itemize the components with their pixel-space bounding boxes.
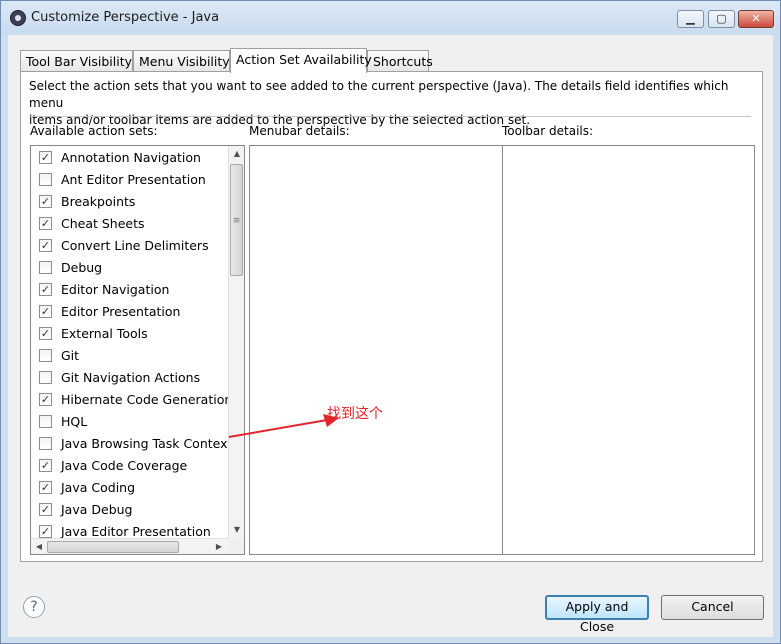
list-item-label: Editor Presentation	[61, 304, 181, 319]
list-item-label: Java Browsing Task Context	[61, 436, 233, 451]
vertical-scrollbar[interactable]: ▲ ≡ ▼	[228, 146, 244, 538]
checkbox-checked[interactable]: ✓	[39, 459, 52, 472]
dialog-window: Customize Perspective - Java ▁ ▢ ✕ Tool …	[0, 0, 781, 644]
checkbox-unchecked[interactable]	[39, 173, 52, 186]
list-item-label: Java Coding	[61, 480, 136, 495]
list-item[interactable]: ✓ Java Code Coverage	[31, 455, 231, 477]
available-action-sets-label: Available action sets:	[30, 124, 158, 138]
checkbox-checked[interactable]: ✓	[39, 305, 52, 318]
toolbar-details-label: Toolbar details:	[502, 124, 594, 138]
description-line-1: Select the action sets that you want to …	[29, 79, 729, 110]
scroll-down-arrow-icon[interactable]: ▼	[229, 522, 244, 538]
list-item-label: Git	[61, 348, 80, 363]
list-item[interactable]: ✓ Java Coding	[31, 477, 231, 499]
panel-description: Select the action sets that you want to …	[29, 78, 749, 129]
cancel-button[interactable]: Cancel	[661, 595, 764, 620]
window-title: Customize Perspective - Java	[31, 10, 220, 25]
checkbox-checked[interactable]: ✓	[39, 525, 52, 538]
checkbox-checked[interactable]: ✓	[39, 151, 52, 164]
minimize-button[interactable]: ▁	[677, 10, 704, 28]
list-item[interactable]: Ant Editor Presentation	[31, 169, 231, 191]
list-item-label: Debug	[61, 260, 103, 275]
scroll-left-arrow-icon[interactable]: ◀	[31, 539, 47, 554]
checkbox-checked[interactable]: ✓	[39, 481, 52, 494]
list-item[interactable]: HQL	[31, 411, 231, 433]
list-item-label: Java Debug	[61, 502, 133, 517]
checkbox-unchecked[interactable]	[39, 371, 52, 384]
checkbox-checked[interactable]: ✓	[39, 195, 52, 208]
maximize-button[interactable]: ▢	[708, 10, 735, 28]
tab-shortcuts[interactable]: Shortcuts	[367, 50, 433, 72]
separator	[29, 116, 751, 117]
list-item[interactable]: ✓ Editor Presentation	[31, 301, 231, 323]
list-item-label: Editor Navigation	[61, 282, 170, 297]
list-item[interactable]: ✓ Hibernate Code Generation	[31, 389, 233, 411]
list-item[interactable]: ✓ Java Debug	[31, 499, 231, 521]
checkbox-checked[interactable]: ✓	[39, 283, 52, 296]
tab-menu-visibility[interactable]: Menu Visibility	[133, 50, 230, 72]
tab-action-set-availability[interactable]: Action Set Availability	[230, 48, 372, 73]
checkbox-checked[interactable]: ✓	[39, 503, 52, 516]
action-set-panel: Select the action sets that you want to …	[20, 71, 763, 562]
list-item-label: Hibernate Code Generation	[61, 392, 233, 407]
list-item-label: Cheat Sheets	[61, 216, 145, 231]
horizontal-scrollbar[interactable]: ◀ ▶	[31, 538, 228, 554]
help-icon[interactable]: ?	[23, 596, 45, 618]
scroll-right-arrow-icon[interactable]: ▶	[211, 539, 227, 554]
list-item[interactable]: Git Navigation Actions	[31, 367, 231, 389]
list-item[interactable]: ✓ Convert Line Delimiters	[31, 235, 231, 257]
eclipse-app-icon	[10, 10, 26, 26]
dialog-client-area: Tool Bar Visibility Menu Visibility Acti…	[8, 35, 773, 637]
list-item[interactable]: ✓ Cheat Sheets	[31, 213, 231, 235]
list-item-label: Ant Editor Presentation	[61, 172, 206, 187]
horizontal-scroll-thumb[interactable]	[47, 541, 179, 553]
action-sets-list[interactable]: ✓ Annotation Navigation Ant Editor Present…	[30, 145, 245, 555]
menubar-details-label: Menubar details:	[249, 124, 350, 138]
close-button[interactable]: ✕	[738, 10, 774, 28]
list-item-label: Convert Line Delimiters	[61, 238, 209, 253]
vertical-scroll-thumb[interactable]: ≡	[230, 164, 243, 276]
list-item[interactable]: Java Browsing Task Context	[31, 433, 233, 455]
list-item-label: Java Editor Presentation	[61, 524, 211, 539]
annotation-text: 找到这个	[327, 406, 383, 422]
checkbox-checked[interactable]: ✓	[39, 239, 52, 252]
apply-and-close-button[interactable]: Apply and Close	[545, 595, 649, 634]
tab-tool-bar-visibility[interactable]: Tool Bar Visibility	[20, 50, 133, 72]
checkbox-unchecked[interactable]	[39, 415, 52, 428]
list-item[interactable]: ✓ Editor Navigation	[31, 279, 231, 301]
scrollbar-corner	[228, 538, 244, 554]
checkbox-checked[interactable]: ✓	[39, 393, 52, 406]
title-bar[interactable]: Customize Perspective - Java ▁ ▢ ✕	[1, 1, 780, 35]
list-item-label: Java Code Coverage	[61, 458, 188, 473]
list-item-label: HQL	[61, 414, 88, 429]
list-item-label: Annotation Navigation	[61, 150, 201, 165]
checkbox-unchecked[interactable]	[39, 349, 52, 362]
checkbox-unchecked[interactable]	[39, 437, 52, 450]
list-item-label: Breakpoints	[61, 194, 136, 209]
checkbox-checked[interactable]: ✓	[39, 217, 52, 230]
checkbox-unchecked[interactable]	[39, 261, 52, 274]
menubar-details-pane[interactable]	[249, 145, 503, 555]
toolbar-details-pane[interactable]	[502, 145, 755, 555]
list-item[interactable]: Debug	[31, 257, 231, 279]
list-item[interactable]: ✓ External Tools	[31, 323, 231, 345]
scroll-up-arrow-icon[interactable]: ▲	[229, 146, 244, 162]
list-item[interactable]: ✓ Annotation Navigation	[31, 147, 231, 169]
checkbox-checked[interactable]: ✓	[39, 327, 52, 340]
list-item-label: External Tools	[61, 326, 148, 341]
list-item[interactable]: ✓ Breakpoints	[31, 191, 231, 213]
list-item[interactable]: Git	[31, 345, 231, 367]
list-item-label: Git Navigation Actions	[61, 370, 201, 385]
